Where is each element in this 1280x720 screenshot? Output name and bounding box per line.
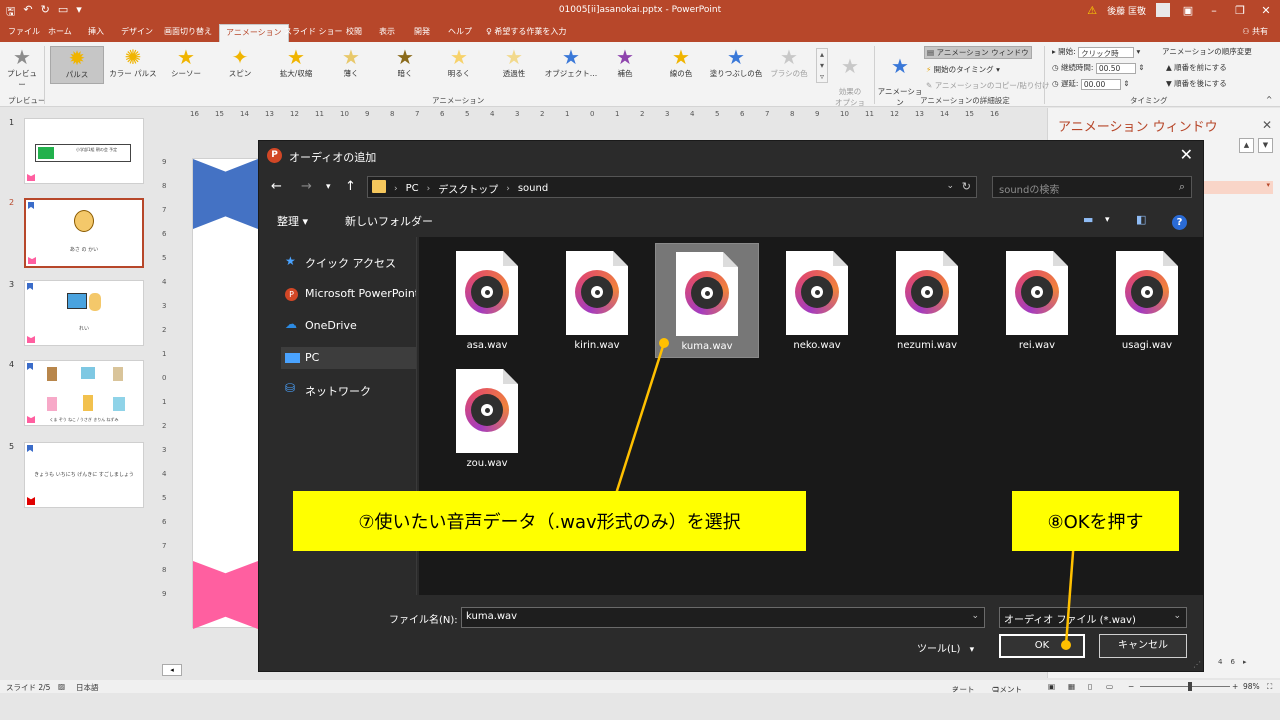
connector-endpoint — [1061, 640, 1071, 650]
connector-endpoint — [659, 338, 669, 348]
connector-line — [1064, 538, 1076, 646]
instruction-callout-ok: ⑧OKを押す — [1012, 491, 1179, 551]
instruction-callout-select: ⑦使いたい音声データ（.wav形式のみ）を選択 — [293, 491, 806, 551]
annotation-connectors — [613, 342, 1076, 646]
connector-line — [613, 342, 666, 498]
